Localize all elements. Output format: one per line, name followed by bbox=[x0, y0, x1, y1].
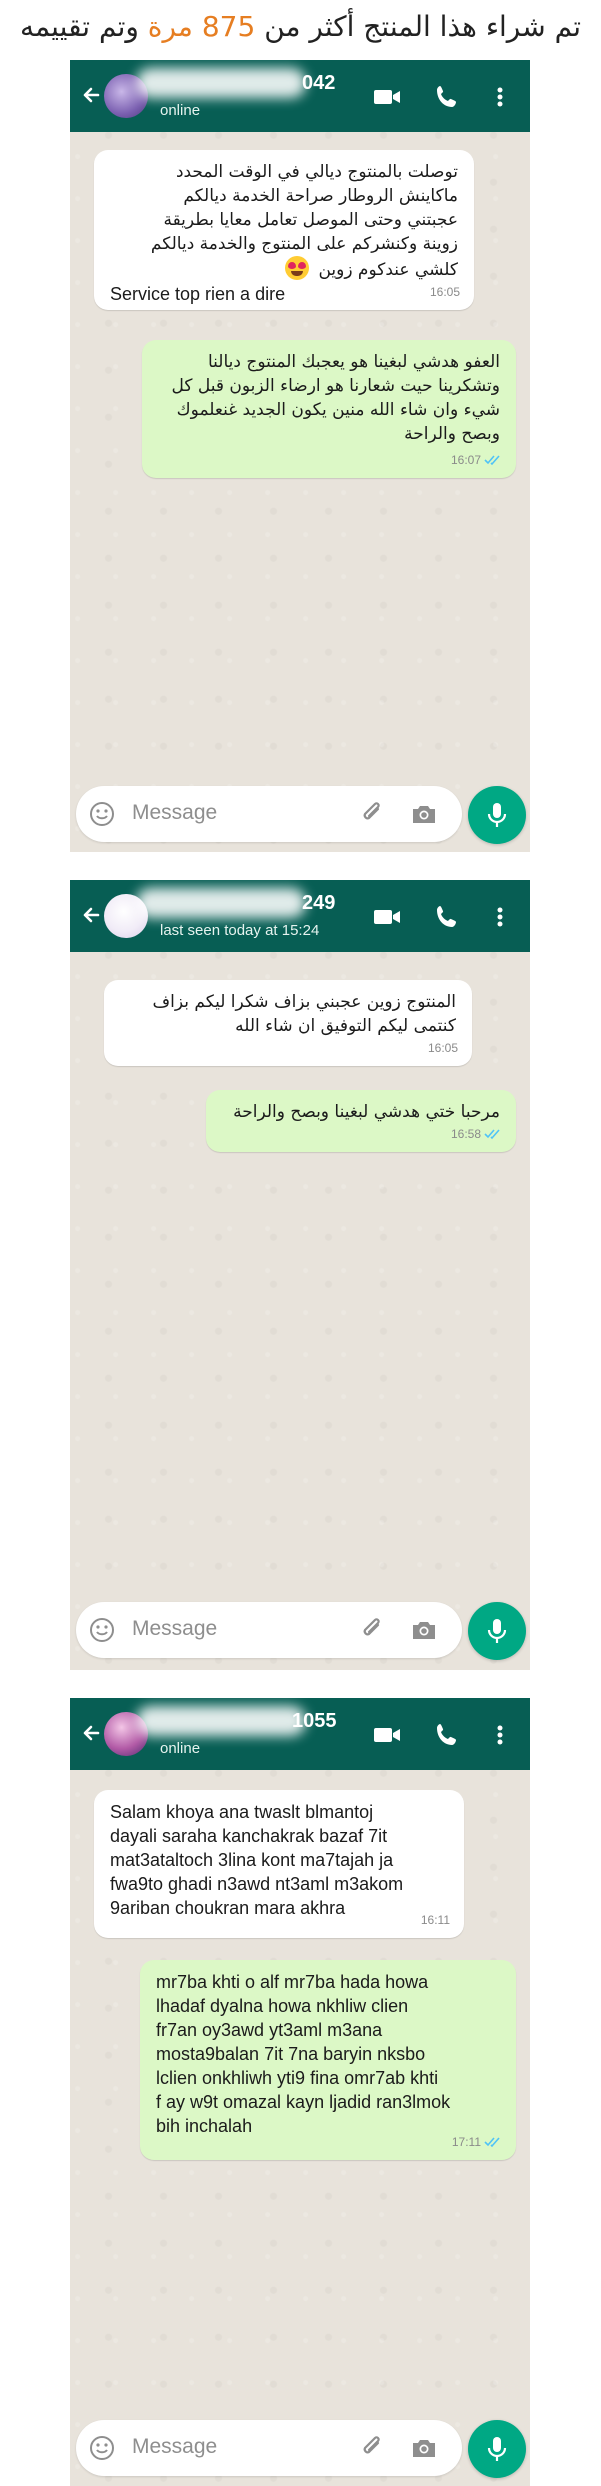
camera-icon[interactable] bbox=[410, 2434, 438, 2462]
headline-suffix: وتم تقييمه bbox=[19, 9, 139, 43]
headline-unit: مرة bbox=[147, 9, 193, 43]
message-text: مرحبا ختي هدشي لبغينا وبصح والراحة bbox=[233, 1102, 500, 1122]
chat-header: 1055 online bbox=[70, 1698, 530, 1770]
read-ticks-icon bbox=[484, 455, 500, 466]
message-text: mr7ba khti o alf mr7ba hada howa lhadaf … bbox=[156, 1972, 451, 2136]
message-outgoing[interactable]: العفو هدشي لبغينا هو يعجبك المنتوج ديالن… bbox=[142, 340, 516, 478]
read-ticks-icon bbox=[484, 1129, 500, 1140]
chat-header: 249 last seen today at 15:24 bbox=[70, 880, 530, 952]
headline-count: 875 bbox=[201, 9, 256, 43]
message-input[interactable]: Message bbox=[132, 801, 217, 825]
contact-name[interactable]: 1055 bbox=[292, 1710, 337, 1733]
emoji-icon[interactable] bbox=[88, 800, 116, 828]
chat-screenshot-3: 1055 online Salam khoya ana twaslt blman… bbox=[70, 1698, 530, 2486]
contact-status: last seen today at 15:24 bbox=[160, 922, 320, 939]
message-input-bar[interactable]: Message bbox=[76, 2420, 462, 2476]
message-outgoing[interactable]: مرحبا ختي هدشي لبغينا وبصح والراحة 16:58 bbox=[206, 1090, 516, 1152]
video-call-icon[interactable] bbox=[372, 82, 402, 112]
voice-call-icon[interactable] bbox=[432, 82, 462, 112]
back-arrow-icon[interactable] bbox=[76, 76, 104, 116]
message-outgoing[interactable]: mr7ba khti o alf mr7ba hada howa lhadaf … bbox=[140, 1960, 516, 2160]
message-incoming[interactable]: توصلت بالمنتوج ديالي في الوقت المحدد ماك… bbox=[94, 150, 474, 310]
chat-header: 042 online bbox=[70, 60, 530, 132]
message-input[interactable]: Message bbox=[132, 1617, 217, 1641]
message-input-bar[interactable]: Message bbox=[76, 786, 462, 842]
message-time: 16:07 bbox=[450, 453, 481, 467]
back-arrow-icon[interactable] bbox=[76, 896, 104, 936]
mic-icon bbox=[487, 1619, 507, 1643]
heart-eyes-emoji-icon bbox=[285, 256, 310, 280]
mic-button[interactable] bbox=[468, 2420, 526, 2478]
message-incoming[interactable]: المنتوج زوين عجبني بزاف شكرا ليكم بزاف ك… bbox=[104, 980, 472, 1066]
contact-name-redacted bbox=[136, 68, 306, 98]
video-call-icon[interactable] bbox=[372, 902, 402, 932]
mic-icon bbox=[487, 803, 507, 827]
message-time: 16:58 bbox=[450, 1127, 481, 1141]
message-input[interactable]: Message bbox=[132, 2435, 217, 2459]
video-call-icon[interactable] bbox=[372, 1720, 402, 1750]
message-incoming[interactable]: Salam khoya ana twaslt blmantoj dayali s… bbox=[94, 1790, 464, 1938]
attach-icon[interactable] bbox=[358, 1616, 386, 1644]
attach-icon[interactable] bbox=[358, 2434, 386, 2462]
camera-icon[interactable] bbox=[410, 1616, 438, 1644]
message-time: 16:11 bbox=[420, 1913, 450, 1927]
menu-icon[interactable] bbox=[488, 1720, 512, 1750]
voice-call-icon[interactable] bbox=[432, 902, 462, 932]
message-text: العفو هدشي لبغينا هو يعجبك المنتوج ديالن… bbox=[171, 352, 501, 444]
mic-button[interactable] bbox=[468, 786, 526, 844]
mic-icon bbox=[487, 2437, 507, 2461]
contact-name[interactable]: 249 bbox=[302, 892, 335, 915]
back-arrow-icon[interactable] bbox=[76, 1714, 104, 1754]
read-ticks-icon bbox=[484, 2137, 500, 2148]
contact-name-redacted bbox=[136, 888, 306, 918]
voice-call-icon[interactable] bbox=[432, 1720, 462, 1750]
menu-icon[interactable] bbox=[488, 902, 512, 932]
contact-status: online bbox=[160, 1740, 201, 1757]
message-time: 16:05 bbox=[427, 1041, 458, 1055]
chat-screenshot-1: 042 online توصلت بالمنتوج ديالي في الوقت… bbox=[70, 60, 530, 852]
contact-name-redacted bbox=[136, 1706, 306, 1736]
attach-icon[interactable] bbox=[358, 800, 386, 828]
message-text: المنتوج زوين عجبني بزاف شكرا ليكم بزاف ك… bbox=[152, 992, 456, 1036]
message-input-bar[interactable]: Message bbox=[76, 1602, 462, 1658]
emoji-icon[interactable] bbox=[88, 2434, 116, 2462]
message-text-latin: Service top rien a dire bbox=[110, 284, 286, 304]
contact-status: online bbox=[160, 102, 201, 119]
message-text: Salam khoya ana twaslt blmantoj dayali s… bbox=[110, 1802, 404, 1918]
mic-button[interactable] bbox=[468, 1602, 526, 1660]
message-time: 16:05 bbox=[429, 285, 460, 299]
message-time: 17:11 bbox=[451, 2135, 481, 2149]
headline: تم شراء هذا المنتج أكثر من 875 مرة وتم ت… bbox=[0, 0, 601, 52]
headline-prefix: تم شراء هذا المنتج أكثر من bbox=[264, 9, 582, 43]
chat-screenshot-2: 249 last seen today at 15:24 المنتوج زوي… bbox=[70, 880, 530, 1670]
contact-name[interactable]: 042 bbox=[302, 72, 335, 95]
emoji-icon[interactable] bbox=[88, 1616, 116, 1644]
menu-icon[interactable] bbox=[488, 82, 512, 112]
camera-icon[interactable] bbox=[410, 800, 438, 828]
